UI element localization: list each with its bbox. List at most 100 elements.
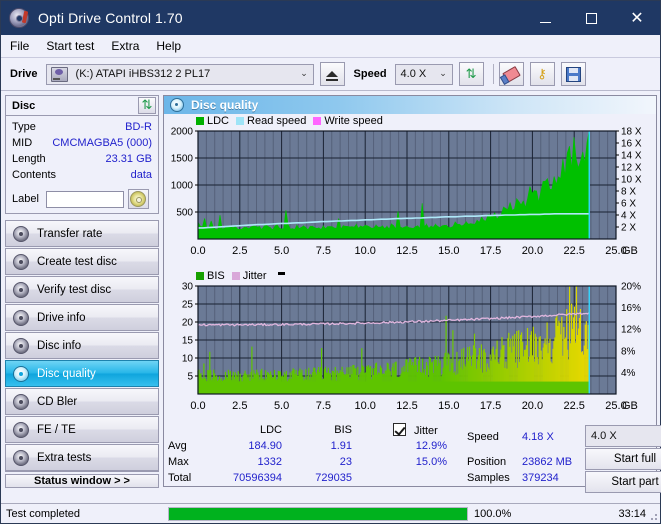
svg-text:5: 5 — [187, 372, 193, 383]
stats-avg-jitter: 12.9% — [415, 440, 447, 453]
speed-select[interactable]: 4.0 X ⌄ — [394, 63, 453, 85]
disc-contents-key: Contents — [12, 169, 57, 181]
main-panel: Disc quality LDC Read speed Write speed — [163, 95, 661, 494]
stats-avg-ldc: 184.90 — [248, 440, 282, 453]
close-button[interactable]: ✕ — [614, 1, 660, 35]
sidebar-item-transfer-rate[interactable]: Transfer rate — [5, 220, 159, 247]
stats-row-total-label: Total — [168, 472, 192, 485]
panel-header: Disc quality — [164, 96, 656, 115]
legend-label-read-speed: Read speed — [247, 114, 307, 127]
sidebar-item-drive-info[interactable]: Drive info — [5, 304, 159, 331]
toolbar-divider — [492, 64, 494, 84]
sidebar-item-extra-tests[interactable]: Extra tests — [5, 444, 159, 471]
stats-max-ldc: 1332 — [257, 456, 282, 469]
result-speed-value: 4.0 X — [591, 430, 617, 443]
legend-label-jitter: Jitter — [242, 269, 267, 282]
svg-text:20.0: 20.0 — [522, 245, 543, 257]
svg-text:7.5: 7.5 — [316, 245, 331, 257]
eject-button[interactable] — [319, 62, 345, 86]
stats-row-max-label: Max — [168, 456, 189, 469]
disc-icon — [13, 365, 29, 382]
sidebar-item-verify-test-disc[interactable]: Verify test disc — [5, 276, 159, 303]
sidebar-item-cd-bler[interactable]: CD Bler — [5, 388, 159, 415]
svg-text:12%: 12% — [621, 325, 641, 336]
sidebar-item-disc-quality[interactable]: Disc quality — [5, 360, 159, 387]
disc-icon — [13, 309, 29, 326]
app-disc-icon — [9, 8, 29, 28]
navigation-list: Transfer rate Create test disc Verify te… — [5, 220, 159, 472]
status-bar: Test completed 100.0% 33:14 — [1, 503, 660, 523]
svg-text:4%: 4% — [621, 368, 636, 379]
nav-label: CD Bler — [37, 395, 78, 408]
disc-panel-title: Disc — [12, 99, 36, 112]
svg-text:20.0: 20.0 — [522, 400, 543, 412]
disc-panel: Disc ⇅ Type BD-R MID CMCMAGBA5 (000) Len… — [5, 95, 159, 214]
svg-text:6 X: 6 X — [621, 199, 636, 210]
minimize-button[interactable] — [522, 1, 568, 35]
save-button[interactable] — [560, 62, 586, 86]
disc-panel-header: Disc ⇅ — [6, 96, 158, 116]
stats-speed-value: 4.18 X — [522, 431, 554, 444]
ldc-plot[interactable]: 500 1000 1500 2000 2 X4 X6 X8 X 10 X 12 X 14 X1… — [164, 127, 656, 267]
legend-swatch-jitter — [231, 271, 240, 280]
sidebar-item-fe-te[interactable]: FE / TE — [5, 416, 159, 443]
disc-mid-key: MID — [12, 137, 33, 149]
legend-swatch-bis — [196, 271, 204, 280]
svg-text:1000: 1000 — [171, 181, 194, 192]
maximize-button[interactable] — [568, 1, 614, 35]
svg-text:5.0: 5.0 — [274, 245, 289, 257]
disc-quality-icon — [170, 98, 184, 113]
svg-text:10: 10 — [182, 354, 194, 365]
svg-text:15.0: 15.0 — [438, 245, 459, 257]
key-icon: ⚷ — [537, 66, 547, 82]
jitter-checkbox[interactable] — [393, 423, 406, 437]
svg-text:1500: 1500 — [171, 154, 194, 165]
stats-speed-label: Speed — [467, 431, 499, 444]
drive-select[interactable]: (K:) ATAPI iHBS312 2 PL17 ⌄ — [45, 63, 314, 85]
stats-header-ldc: LDC — [259, 424, 282, 437]
chevron-down-icon: ⌄ — [439, 69, 447, 79]
stats-samples-label: Samples — [467, 472, 510, 485]
disc-refresh-button[interactable]: ⇅ — [138, 97, 156, 114]
svg-text:25: 25 — [182, 300, 194, 311]
erase-button[interactable] — [498, 62, 524, 86]
svg-text:7.5: 7.5 — [316, 400, 331, 412]
page-title: Disc quality — [191, 98, 259, 113]
resize-grip-icon[interactable] — [648, 511, 658, 521]
menu-file[interactable]: File — [10, 39, 29, 53]
toolbar: Drive (K:) ATAPI iHBS312 2 PL17 ⌄ Speed … — [1, 58, 660, 91]
menu-extra[interactable]: Extra — [111, 39, 139, 53]
bis-plot[interactable]: 5 10 15 20 25 30 4% 8% 12% 16% 20% 0.0 2.5 5.0 7.5 10.0… — [164, 282, 656, 422]
disc-label-input[interactable] — [45, 190, 124, 208]
disc-icon — [13, 225, 29, 242]
disc-icon — [13, 421, 29, 438]
nav-label: Drive info — [37, 311, 86, 324]
disc-icon — [13, 393, 29, 410]
start-part-button[interactable]: Start part — [585, 471, 661, 494]
key-button[interactable]: ⚷ — [529, 62, 555, 86]
speed-select-value: 4.0 X — [400, 68, 427, 80]
legend-label-write-speed: Write speed — [324, 114, 383, 127]
ldc-chart-legend: LDC Read speed Write speed — [164, 114, 656, 127]
legend-ldc: LDC — [196, 115, 229, 127]
disc-label-button[interactable] — [127, 189, 149, 209]
refresh-button[interactable]: ⇅ — [458, 62, 484, 86]
nav-label: Transfer rate — [37, 227, 103, 240]
speed-label: Speed — [353, 68, 387, 80]
svg-text:4 X: 4 X — [621, 211, 636, 222]
result-speed-select[interactable]: 4.0 X ⌄ — [585, 425, 661, 448]
legend-label-bis: BIS — [207, 269, 225, 282]
sidebar-item-create-test-disc[interactable]: Create test disc — [5, 248, 159, 275]
status-window-button[interactable]: Status window > > — [5, 474, 159, 488]
menu-help[interactable]: Help — [156, 39, 181, 53]
statistics-panel: LDC BIS Jitter Avg 184.90 1.91 12.9% Max… — [164, 422, 661, 494]
menu-start-test[interactable]: Start test — [46, 39, 94, 53]
sidebar-item-disc-info[interactable]: Disc info — [5, 332, 159, 359]
stats-max-jitter: 15.0% — [415, 456, 447, 469]
start-full-button[interactable]: Start full — [585, 448, 661, 471]
disc-label-key: Label — [12, 193, 39, 205]
stats-row-avg-label: Avg — [168, 440, 187, 453]
legend-label-ldc: LDC — [207, 114, 230, 127]
disc-type-value: BD-R — [125, 121, 152, 133]
bis-chart-legend: BIS Jitter — [164, 269, 656, 282]
